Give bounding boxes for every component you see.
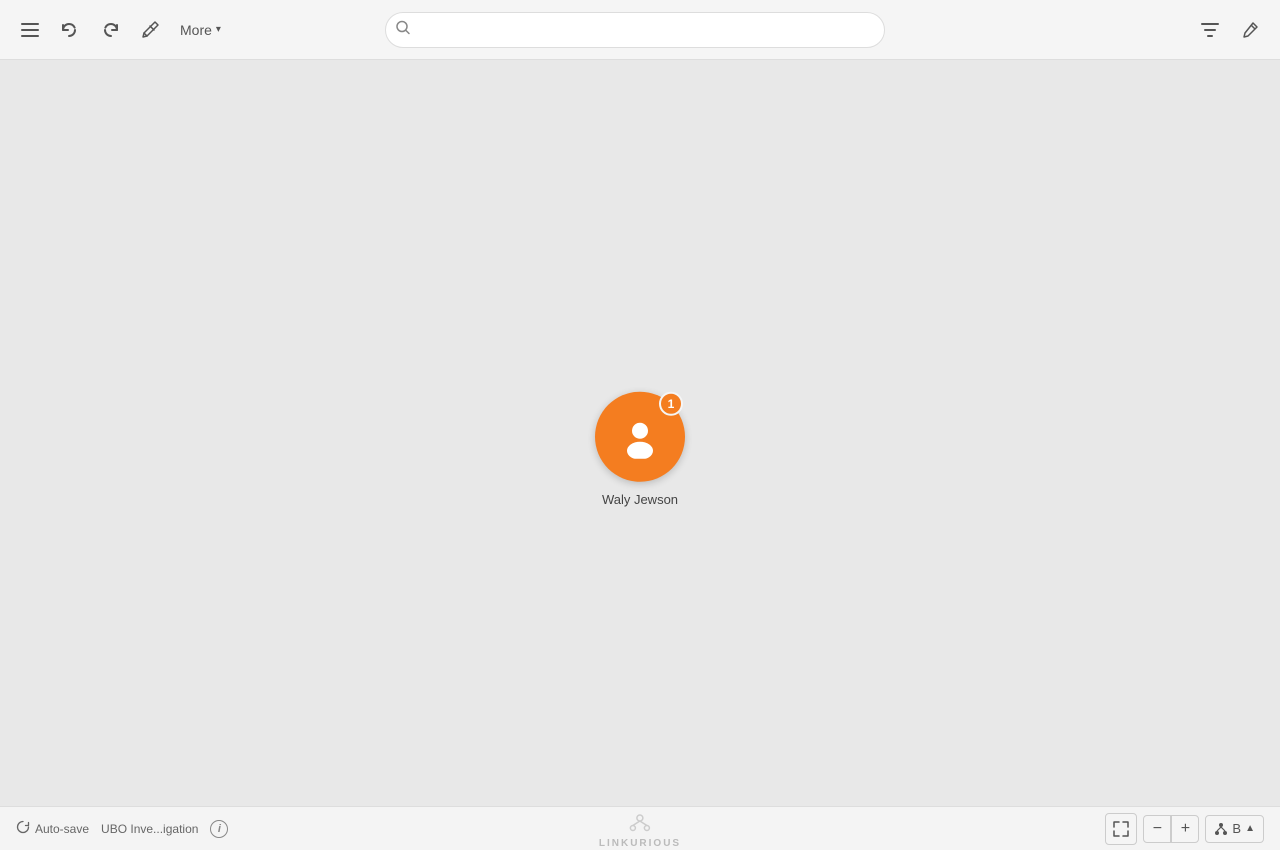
autosave-wrap: Auto-save <box>16 820 89 837</box>
search-input[interactable] <box>385 12 885 48</box>
linkurious-logo-icon <box>626 808 654 836</box>
layout-chevron-icon: ▲ <box>1245 823 1255 834</box>
redo-icon <box>100 21 120 39</box>
node-circle[interactable]: 1 <box>595 392 685 482</box>
chevron-down-icon: ▾ <box>216 24 221 35</box>
logo-center: LINKURIOUS <box>599 808 681 849</box>
bottom-bar: Auto-save UBO Inve...igation i LINKURIOU… <box>0 806 1280 850</box>
bottom-left: Auto-save UBO Inve...igation i <box>16 820 228 838</box>
edit-icon <box>1241 21 1259 39</box>
layout-button[interactable]: B ▲ <box>1205 815 1264 843</box>
node-label: Waly Jewson <box>602 492 678 507</box>
zoom-controls: − + <box>1143 815 1199 843</box>
bottom-right: − + B ▲ <box>1105 813 1264 845</box>
investigation-name[interactable]: UBO Inve...igation <box>101 822 198 836</box>
fullscreen-button[interactable] <box>1105 813 1137 845</box>
filter-icon <box>1200 21 1220 39</box>
info-button[interactable]: i <box>210 820 228 838</box>
search-container <box>385 12 885 48</box>
filter-button[interactable] <box>1192 12 1228 48</box>
zoom-out-button[interactable]: − <box>1143 815 1171 843</box>
fullscreen-icon <box>1113 821 1129 837</box>
autosave-label: Auto-save <box>35 822 89 836</box>
layout-label: B <box>1232 821 1241 836</box>
layout-icon <box>1214 822 1228 836</box>
node-container: 1 Waly Jewson <box>595 392 685 507</box>
redo-button[interactable] <box>92 12 128 48</box>
node-badge: 1 <box>659 392 683 416</box>
autosave-icon <box>16 820 30 837</box>
more-button[interactable]: More ▾ <box>172 16 229 44</box>
pin-icon <box>140 20 160 40</box>
person-icon <box>618 415 662 459</box>
logo-text: LINKURIOUS <box>599 838 681 849</box>
hamburger-icon <box>21 23 39 37</box>
undo-icon <box>60 21 80 39</box>
toolbar: More ▾ <box>0 0 1280 60</box>
more-label: More <box>180 22 212 38</box>
pin-button[interactable] <box>132 12 168 48</box>
menu-button[interactable] <box>12 12 48 48</box>
toolbar-right <box>1192 12 1268 48</box>
canvas[interactable]: 1 Waly Jewson <box>0 60 1280 850</box>
badge-count: 1 <box>668 397 675 411</box>
undo-button[interactable] <box>52 12 88 48</box>
zoom-in-button[interactable]: + <box>1171 815 1199 843</box>
edit-button[interactable] <box>1232 12 1268 48</box>
